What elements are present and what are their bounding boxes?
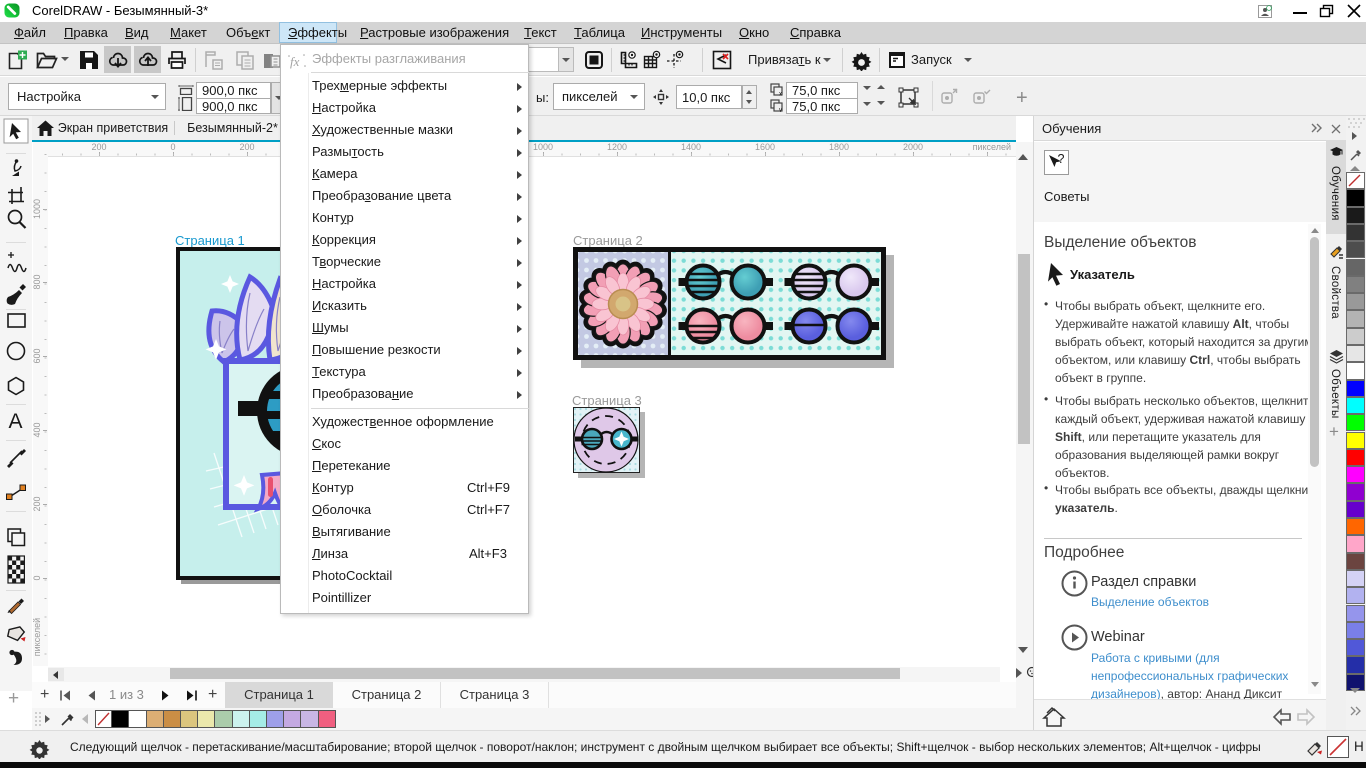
svg-text:200: 200 [91, 142, 106, 152]
svg-text:0: 0 [170, 142, 175, 152]
svg-text:A: A [9, 410, 23, 433]
svg-text:200: 200 [33, 496, 42, 511]
svg-text:1800: 1800 [829, 142, 849, 152]
svg-text:200: 200 [239, 142, 254, 152]
svg-text:y: y [779, 108, 782, 113]
svg-text:1200: 1200 [607, 142, 627, 152]
svg-text:600: 600 [33, 348, 42, 363]
svg-text:x: x [779, 92, 782, 97]
svg-text:fx: fx [290, 54, 300, 69]
svg-text:800: 800 [33, 274, 42, 289]
svg-text:пикселей: пикселей [973, 142, 1011, 152]
svg-text:1000: 1000 [533, 142, 553, 152]
svg-text:пикселей: пикселей [33, 618, 42, 656]
svg-text:1000: 1000 [33, 199, 42, 219]
svg-text:?: ? [1058, 152, 1065, 166]
svg-text:2000: 2000 [903, 142, 923, 152]
svg-text:400: 400 [33, 422, 42, 437]
svg-text:1600: 1600 [755, 142, 775, 152]
svg-text:1400: 1400 [681, 142, 701, 152]
svg-text:0: 0 [33, 575, 42, 580]
